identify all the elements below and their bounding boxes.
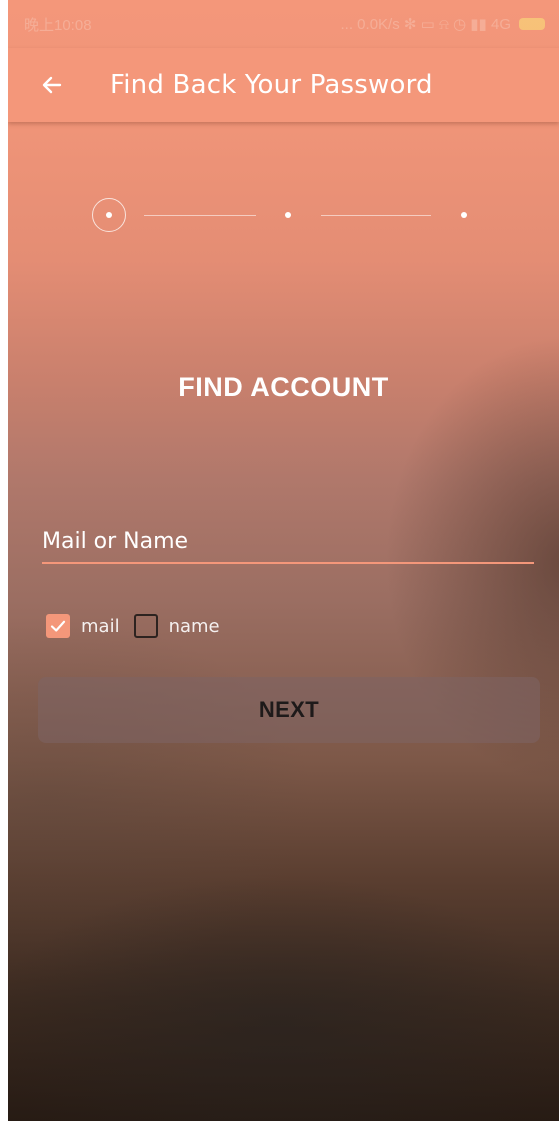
step-2-dot <box>285 212 291 218</box>
step-1-dot <box>106 212 112 218</box>
mail-or-name-field <box>42 518 534 564</box>
screen: 晚上10:08 ... 0.0K/s ✻ ▭ ⍾ ◷ ▮▮ 4G Find Ba… <box>8 0 559 1121</box>
status-icons: ... 0.0K/s ✻ ▭ ⍾ ◷ ▮▮ 4G <box>341 15 545 33</box>
name-checkbox[interactable] <box>133 614 158 638</box>
step-connector-1 <box>144 215 256 216</box>
mail-checkbox-label: mail <box>81 615 120 637</box>
page-title: Find Back Your Password <box>110 70 433 100</box>
app-bar: Find Back Your Password <box>8 48 559 122</box>
next-button[interactable]: NEXT <box>38 677 540 743</box>
step-3-dot <box>461 212 467 218</box>
battery-icon <box>519 18 545 30</box>
status-bar: 晚上10:08 ... 0.0K/s ✻ ▭ ⍾ ◷ ▮▮ 4G <box>8 0 559 48</box>
arrow-left-icon[interactable] <box>30 63 74 107</box>
search-type-options: mail name <box>46 612 234 640</box>
step-connector-2 <box>321 215 431 216</box>
account-input[interactable] <box>42 520 534 562</box>
section-heading: FIND ACCOUNT <box>178 372 389 402</box>
status-indicators: ... 0.0K/s ✻ ▭ ⍾ ◷ ▮▮ 4G <box>340 16 511 33</box>
status-time: 晚上10:08 <box>24 16 92 34</box>
mail-checkbox[interactable] <box>46 614 70 638</box>
step-indicator <box>92 198 492 234</box>
check-icon <box>50 620 66 632</box>
name-checkbox-label: name <box>168 615 220 637</box>
